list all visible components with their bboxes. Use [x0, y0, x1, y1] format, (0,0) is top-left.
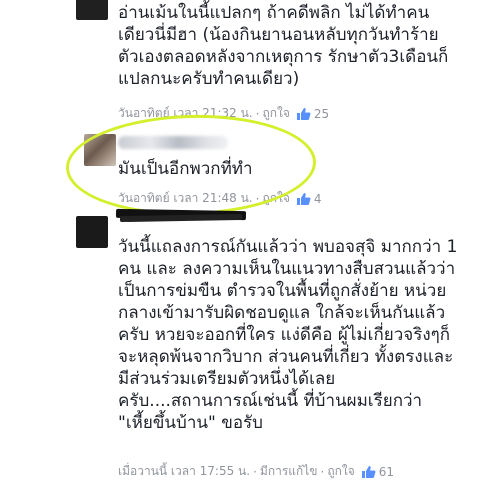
avatar[interactable]: [84, 134, 116, 166]
thumbs-up-icon[interactable]: [361, 465, 376, 479]
like-count: 4: [313, 191, 322, 206]
comment-meta: เมื่อวานนี้ เวลา 17:55 น. · มีการแก้ไข ·…: [118, 462, 394, 481]
comment-timestamp[interactable]: วันอาทิตย์ เวลา 21:48 น.: [118, 189, 253, 208]
thumbs-up-icon[interactable]: [296, 107, 311, 121]
avatar[interactable]: [76, 216, 108, 248]
thumbs-up-icon[interactable]: [296, 192, 311, 206]
like-count: 25: [313, 106, 330, 121]
like-count: 61: [378, 464, 395, 479]
like-link[interactable]: ถูกใจ: [262, 104, 289, 123]
like-link[interactable]: ถูกใจ: [262, 189, 289, 208]
commenter-name-redacted: [119, 213, 243, 223]
comment-body: มันเป็นอีกพวกที่ทำ: [118, 159, 253, 179]
comment-timestamp[interactable]: เมื่อวานนี้ เวลา 17:55 น.: [118, 462, 250, 481]
avatar[interactable]: [76, 0, 108, 20]
comment-body: อ่านเม้นในนี้แปลกๆ ถ้าคดีพลิก ไม่ได้ทำคน…: [118, 3, 449, 89]
comment-timestamp[interactable]: วันอาทิตย์ เวลา 21:32 น.: [118, 104, 253, 123]
like-link[interactable]: ถูกใจ: [327, 462, 354, 481]
comment-meta: วันอาทิตย์ เวลา 21:48 น. · ถูกใจ 4: [118, 189, 322, 208]
comment-meta: วันอาทิตย์ เวลา 21:32 น. · ถูกใจ 25: [118, 104, 329, 123]
commenter-name-blurred[interactable]: [118, 136, 228, 149]
comment-body: วันนี้แถลงการณ์กันแล้วว่า พบอจสุจิ มากกว…: [118, 237, 458, 433]
edited-label[interactable]: มีการแก้ไข: [260, 462, 318, 481]
